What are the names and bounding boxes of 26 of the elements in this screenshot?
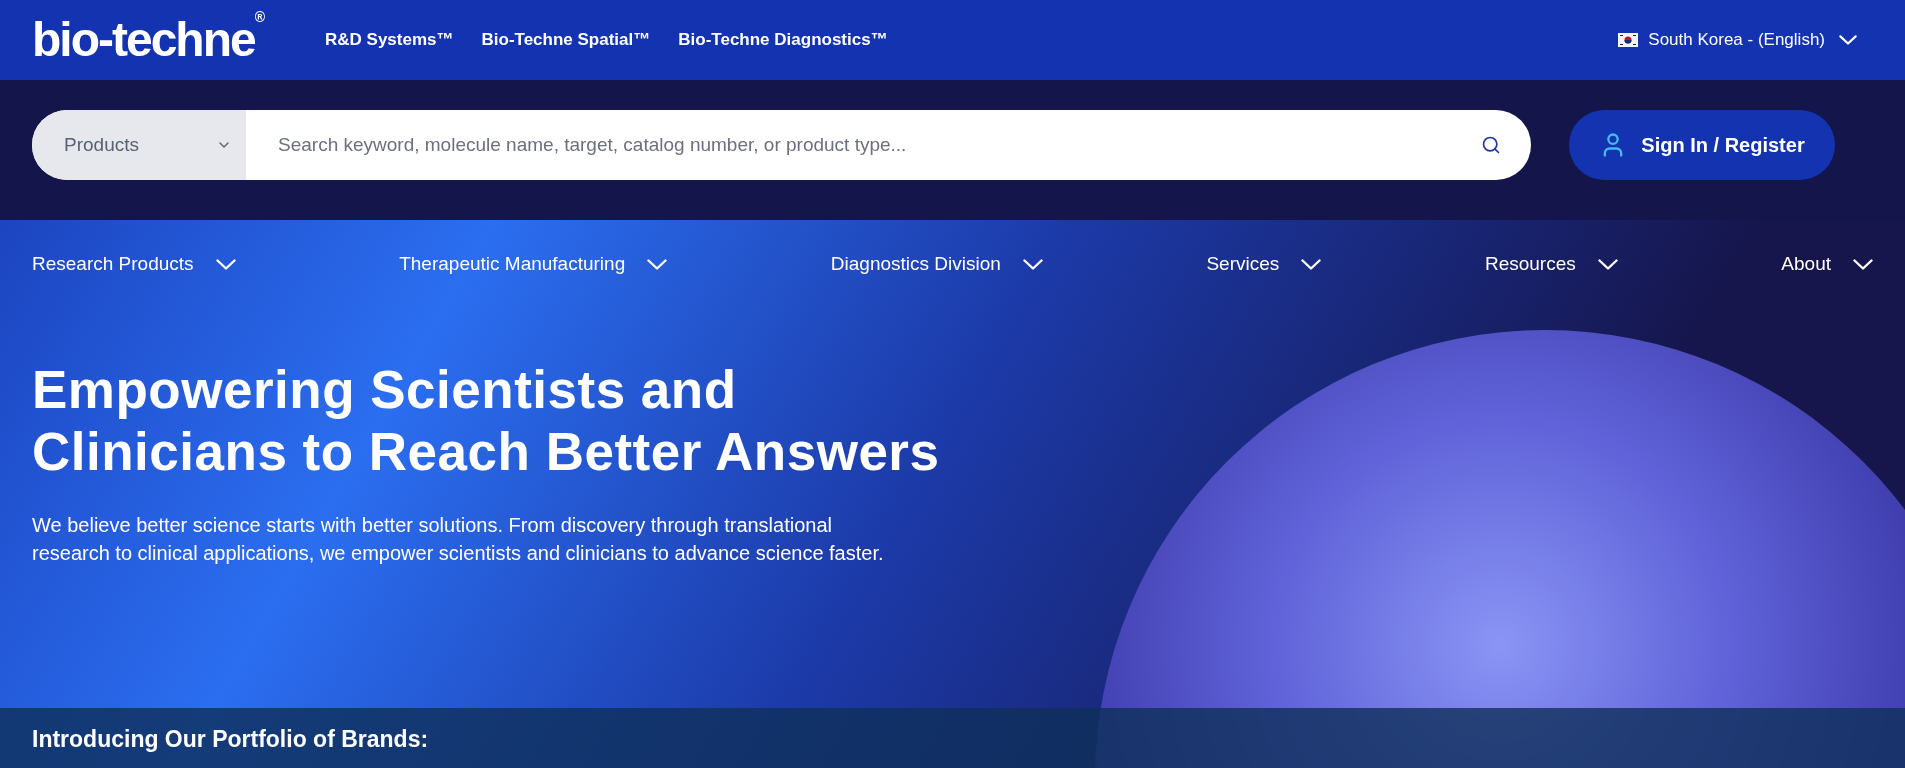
chevron-down-icon bbox=[1301, 258, 1322, 270]
nav-menu-item[interactable]: Resources bbox=[1484, 250, 1618, 279]
chevron-down-icon bbox=[1839, 35, 1857, 45]
brand-link[interactable]: Bio-Techne Diagnostics™ bbox=[678, 27, 888, 53]
chevron-down-icon bbox=[1597, 258, 1618, 270]
chevron-down-icon bbox=[647, 258, 668, 270]
chevron-down-icon bbox=[1853, 258, 1873, 270]
region-selector[interactable]: South Korea - (English) bbox=[1648, 27, 1857, 53]
logo[interactable]: bio-techne$^{®}$ bbox=[32, 10, 265, 70]
nav-menu-item[interactable]: About bbox=[1781, 250, 1873, 279]
chevron-down-icon bbox=[215, 258, 236, 270]
category-dropdown[interactable]: Products bbox=[32, 110, 246, 180]
sign-in-button[interactable]: Sign In / Register bbox=[1569, 110, 1835, 180]
nav-menu-item[interactable]: Research Products bbox=[32, 250, 236, 279]
brand-link[interactable]: Bio-Techne Spatial™ bbox=[481, 27, 651, 53]
nav-menu-item[interactable]: Services bbox=[1206, 250, 1322, 279]
nav-menu-item[interactable]: Therapeutic Manufacturing bbox=[399, 250, 668, 279]
flag-icon bbox=[1618, 33, 1639, 47]
brand-link[interactable]: R&D Systems™ bbox=[325, 27, 454, 53]
chevron-down-icon bbox=[1022, 258, 1043, 270]
search-icon[interactable] bbox=[1481, 135, 1501, 155]
hero-title: Empowering Scientists and Clinicians to Reach Better Answers bbox=[32, 358, 941, 483]
nav-menu-item[interactable]: Diagnostics Division bbox=[830, 250, 1043, 279]
brands-heading: Introducing Our Portfolio of Brands: bbox=[32, 724, 429, 754]
hero-description: We believe better science starts with better solutions. From discovery through translational research to clinical applications, we empower scientists and clinicians to advance science faster. bbox=[32, 512, 885, 566]
search-field[interactable]: Products Search keyword, molecule name, target, catalog number, or product type... bbox=[32, 110, 1531, 180]
